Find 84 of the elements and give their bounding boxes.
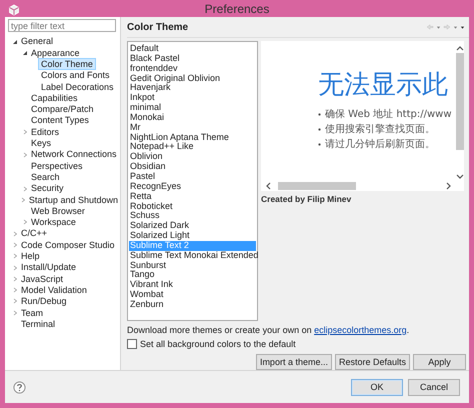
theme-author: Created by Filip Minev bbox=[261, 194, 352, 204]
theme-item[interactable]: minimal bbox=[129, 103, 256, 113]
theme-item[interactable]: Default bbox=[129, 44, 256, 54]
expanded-arrow-icon[interactable] bbox=[22, 50, 28, 56]
preview-bullet: 使用搜索引擎查找页面。 bbox=[325, 122, 435, 137]
checkbox-label: Set all background colors to the default bbox=[140, 339, 296, 349]
theme-item[interactable]: frontenddev bbox=[129, 64, 256, 74]
theme-item[interactable]: Retta bbox=[129, 192, 256, 202]
scroll-down-icon[interactable] bbox=[456, 174, 464, 180]
page-button[interactable]: Import a theme... bbox=[256, 354, 332, 370]
bullet-icon bbox=[318, 143, 321, 146]
theme-item[interactable]: Havenjark bbox=[129, 83, 256, 94]
theme-item[interactable]: Wombat bbox=[129, 290, 256, 300]
page-button[interactable]: Apply bbox=[413, 354, 466, 370]
theme-item[interactable]: Roboticket bbox=[129, 202, 256, 212]
theme-item[interactable]: RecognEyes bbox=[129, 182, 256, 192]
tree-item[interactable]: Terminal bbox=[19, 318, 58, 330]
tree-item[interactable]: Perspectives bbox=[29, 160, 85, 172]
bullet-icon bbox=[318, 113, 321, 116]
dropdown-icon[interactable] bbox=[453, 24, 458, 30]
checkbox[interactable] bbox=[127, 339, 137, 349]
tree-item[interactable]: C/C++ bbox=[19, 228, 50, 239]
download-text: Download more themes or create your own on eclipsecolorthemes.org. bbox=[127, 325, 410, 335]
tree-item[interactable]: Model Validation bbox=[19, 284, 89, 296]
tree-item[interactable]: Colors and Fonts bbox=[39, 70, 112, 81]
tree-item[interactable]: Search bbox=[29, 172, 62, 182]
dialog-button[interactable]: Cancel bbox=[408, 378, 460, 396]
tree-item[interactable]: Help bbox=[19, 251, 42, 262]
window-title: Preferences bbox=[204, 2, 270, 16]
tree-item[interactable]: Label Decorations bbox=[39, 82, 116, 92]
theme-item[interactable]: Oblivion bbox=[129, 152, 256, 162]
preview-heading: 无法显示此 bbox=[318, 69, 449, 101]
forward-arrow-icon[interactable] bbox=[443, 24, 451, 30]
tree-item[interactable]: Content Types bbox=[29, 115, 91, 126]
theme-item[interactable]: Solarized Dark bbox=[129, 221, 256, 232]
theme-item[interactable]: Vibrant Ink bbox=[129, 280, 256, 290]
theme-item[interactable]: Mr bbox=[129, 122, 256, 133]
theme-item[interactable]: Tango bbox=[129, 270, 256, 280]
dialog-button[interactable]: OK bbox=[351, 378, 403, 396]
scroll-left-icon[interactable] bbox=[265, 182, 271, 190]
view-menu-icon[interactable] bbox=[460, 24, 465, 30]
dropdown-icon[interactable] bbox=[436, 24, 441, 30]
theme-item[interactable]: NightLion Aptana Theme bbox=[129, 132, 256, 142]
theme-item[interactable]: Obsidian bbox=[129, 162, 256, 172]
tree-item[interactable]: Capabilities bbox=[29, 92, 80, 104]
bullet-icon bbox=[318, 128, 321, 131]
filter-field[interactable]: type filter text bbox=[8, 19, 116, 32]
page-title: Color Theme bbox=[127, 22, 188, 32]
theme-item[interactable]: Schuss bbox=[129, 211, 256, 222]
tree-item[interactable]: Network Connections bbox=[29, 149, 119, 160]
expanded-arrow-icon[interactable] bbox=[12, 38, 18, 45]
tree-item[interactable]: Run/Debug bbox=[19, 296, 69, 307]
page-button[interactable]: Restore Defaults bbox=[334, 354, 410, 370]
theme-item[interactable]: Black Pastel bbox=[129, 54, 256, 64]
tree-item[interactable]: Team bbox=[19, 308, 46, 318]
tree-item[interactable]: Security bbox=[29, 183, 66, 194]
tree-item[interactable]: Appearance bbox=[29, 48, 82, 58]
tree-item[interactable]: General bbox=[19, 36, 56, 47]
tree-item[interactable]: Workspace bbox=[29, 217, 78, 228]
tree-item[interactable]: JavaScript bbox=[19, 274, 66, 284]
theme-item[interactable]: Zenburn bbox=[129, 300, 256, 310]
tree-item[interactable]: Keys bbox=[29, 138, 54, 149]
theme-item[interactable]: Monokai bbox=[129, 112, 256, 123]
tree-item[interactable]: Startup and Shutdown bbox=[26, 194, 120, 206]
theme-item[interactable]: Pastel bbox=[129, 172, 256, 182]
scroll-up-icon[interactable] bbox=[456, 45, 464, 51]
tree-item[interactable]: Compare/Patch bbox=[29, 104, 96, 115]
tree-item[interactable]: Web Browser bbox=[29, 206, 87, 216]
scroll-right-icon[interactable] bbox=[446, 182, 452, 190]
theme-item[interactable]: Notepad++ Like bbox=[129, 142, 256, 152]
back-arrow-icon[interactable] bbox=[426, 24, 434, 30]
tree-item[interactable]: Install/Update bbox=[19, 262, 78, 273]
tree-item[interactable]: Editors bbox=[29, 126, 62, 138]
tree-item[interactable]: Code Composer Studio bbox=[19, 240, 117, 250]
theme-item[interactable]: Sublime Text Monokai Extended bbox=[129, 250, 256, 261]
themes-link[interactable]: eclipsecolorthemes.org bbox=[314, 325, 407, 335]
theme-item[interactable]: Solarized Light bbox=[129, 231, 256, 241]
help-icon[interactable] bbox=[13, 380, 26, 394]
theme-item[interactable]: Gedit Original Oblivion bbox=[129, 74, 256, 84]
preview-bullet: 请过几分钟后刷新页面。 bbox=[325, 138, 435, 152]
theme-item[interactable]: Inkpot bbox=[129, 93, 256, 104]
preview-bullet: 确保 Web 地址 http://www bbox=[325, 108, 452, 122]
tree-item[interactable]: Color Theme bbox=[39, 58, 95, 70]
theme-item[interactable]: Sunburst bbox=[129, 260, 256, 270]
